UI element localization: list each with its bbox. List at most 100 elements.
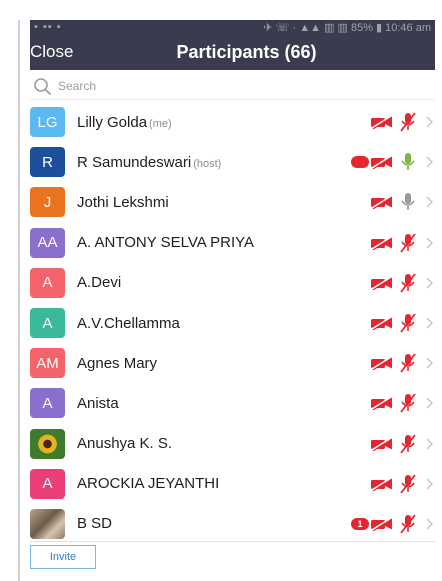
video-off-icon[interactable] — [370, 115, 394, 130]
chevron-right-icon[interactable] — [425, 155, 435, 169]
participant-role-tag: (me) — [149, 117, 172, 130]
video-off-icon[interactable] — [370, 436, 394, 451]
chevron-right-icon[interactable] — [425, 276, 435, 290]
participant-controls — [370, 303, 435, 343]
participant-controls — [370, 343, 435, 383]
participant-name: Agnes Mary — [77, 355, 159, 372]
mic-muted-icon[interactable] — [397, 273, 419, 293]
participant-row[interactable]: Anushya K. S. — [30, 424, 435, 464]
participant-name-text: AROCKIA JEYANTHI — [77, 475, 220, 493]
video-off-icon[interactable] — [370, 517, 394, 531]
participant-row[interactable]: A AROCKIA JEYANTHI — [30, 464, 435, 504]
mic-icon[interactable] — [397, 152, 419, 172]
avatar: A — [30, 468, 65, 499]
avatar: J — [30, 187, 65, 218]
participant-name: R Samundeswari (host) — [77, 154, 221, 171]
participant-controls — [370, 424, 435, 464]
participant-row[interactable]: A Anista — [30, 383, 435, 423]
mic-muted-icon[interactable] — [397, 434, 419, 454]
avatar-photo — [30, 428, 65, 459]
chevron-right-icon[interactable] — [425, 115, 435, 129]
participant-row[interactable]: LG Lilly Golda (me) — [30, 102, 435, 142]
participant-name-text: A. ANTONY SELVA PRIYA — [77, 234, 255, 252]
chevron-right-icon[interactable] — [425, 437, 435, 451]
video-off-icon[interactable] — [370, 316, 394, 331]
notification-badge — [351, 156, 369, 169]
participant-name: AROCKIA JEYANTHI — [77, 475, 221, 492]
video-off-icon[interactable] — [370, 195, 394, 210]
avatar: LG — [30, 107, 65, 138]
video-off-icon[interactable] — [370, 235, 394, 250]
participant-row[interactable]: AA A. ANTONY SELVA PRIYA — [30, 223, 435, 263]
mic-muted-icon[interactable] — [397, 233, 419, 253]
video-off-icon[interactable] — [370, 477, 394, 491]
avatar-photo — [30, 508, 65, 539]
participant-name-text: A.V.Chellamma — [77, 314, 180, 332]
status-bar: ▪ ▪▪ ▪ ✈ ☏ · ▲▲ ▥ ▥ 85% ▮ 10:46 am — [30, 20, 435, 34]
mic-muted-icon[interactable] — [397, 112, 419, 132]
status-bar-right: ✈ ☏ · ▲▲ ▥ ▥ 85% ▮ 10:46 am — [263, 21, 431, 34]
participant-name: A.Devi — [77, 274, 123, 291]
avatar: A — [30, 308, 65, 339]
page-title: Participants (66) — [176, 42, 317, 62]
participants-screen: ▪ ▪▪ ▪ ✈ ☏ · ▲▲ ▥ ▥ 85% ▮ 10:46 am Close… — [0, 0, 442, 581]
chevron-right-icon[interactable] — [425, 316, 435, 330]
avatar: A — [30, 267, 65, 298]
participant-name-text: Anista — [77, 394, 119, 412]
participant-row[interactable]: AM Agnes Mary — [30, 343, 435, 383]
participant-name-text: Anushya K. S. — [77, 435, 173, 453]
participant-name: Anushya K. S. — [77, 435, 174, 452]
invite-button[interactable]: Invite — [30, 545, 96, 569]
participant-name: A.V.Chellamma — [77, 315, 182, 332]
video-off-icon[interactable] — [370, 356, 394, 371]
participant-controls — [370, 383, 435, 423]
video-off-icon[interactable] — [370, 276, 394, 290]
mic-muted-icon[interactable] — [397, 393, 419, 413]
participant-row[interactable]: J Jothi Lekshmi — [30, 182, 435, 222]
participant-name: Jothi Lekshmi — [77, 194, 171, 211]
chevron-right-icon[interactable] — [425, 396, 435, 410]
participant-row[interactable]: B SD 1 — [30, 504, 435, 544]
participant-list: LG Lilly Golda (me) R R Samundeswari (host… — [30, 102, 435, 544]
search-input[interactable] — [58, 78, 358, 93]
participant-name-text: Agnes Mary — [77, 354, 158, 372]
participant-name-text: B SD — [77, 515, 113, 533]
participant-row[interactable]: R R Samundeswari (host) — [30, 142, 435, 182]
participant-name-text: Lilly Golda — [77, 113, 148, 131]
participant-controls — [370, 182, 435, 222]
participant-name: Anista — [77, 395, 121, 412]
avatar: AA — [30, 227, 65, 258]
participant-role-tag: (host) — [193, 157, 222, 170]
video-off-icon[interactable] — [370, 155, 394, 170]
participant-controls — [370, 223, 435, 263]
participant-name: Lilly Golda (me) — [77, 114, 172, 131]
search-bar[interactable] — [30, 72, 435, 100]
mic-icon[interactable] — [397, 192, 419, 212]
header: Close Participants (66) — [30, 34, 435, 70]
avatar: R — [30, 147, 65, 178]
mic-muted-icon[interactable] — [397, 313, 419, 333]
video-off-icon[interactable] — [370, 396, 394, 411]
chevron-right-icon[interactable] — [425, 195, 435, 209]
mic-muted-icon[interactable] — [397, 474, 419, 494]
chevron-right-icon[interactable] — [425, 517, 435, 531]
notification-badge: 1 — [351, 517, 369, 530]
avatar: AM — [30, 348, 65, 379]
participant-row[interactable]: A A.V.Chellamma — [30, 303, 435, 343]
participant-controls — [370, 464, 435, 504]
chevron-right-icon[interactable] — [425, 356, 435, 370]
participant-name-text: A.Devi — [77, 274, 122, 292]
participant-name: A. ANTONY SELVA PRIYA — [77, 234, 256, 251]
participant-controls — [370, 263, 435, 303]
participant-name-text: R Samundeswari — [77, 153, 192, 171]
window-border — [18, 20, 20, 581]
search-icon — [34, 77, 51, 95]
chevron-right-icon[interactable] — [425, 477, 435, 491]
participant-row[interactable]: A A.Devi — [30, 263, 435, 303]
chevron-right-icon[interactable] — [425, 236, 435, 250]
mic-muted-icon[interactable] — [397, 514, 419, 534]
mic-muted-icon[interactable] — [397, 353, 419, 373]
participant-name: B SD — [77, 515, 114, 532]
avatar: A — [30, 388, 65, 419]
bottom-bar: Invite — [30, 541, 435, 571]
